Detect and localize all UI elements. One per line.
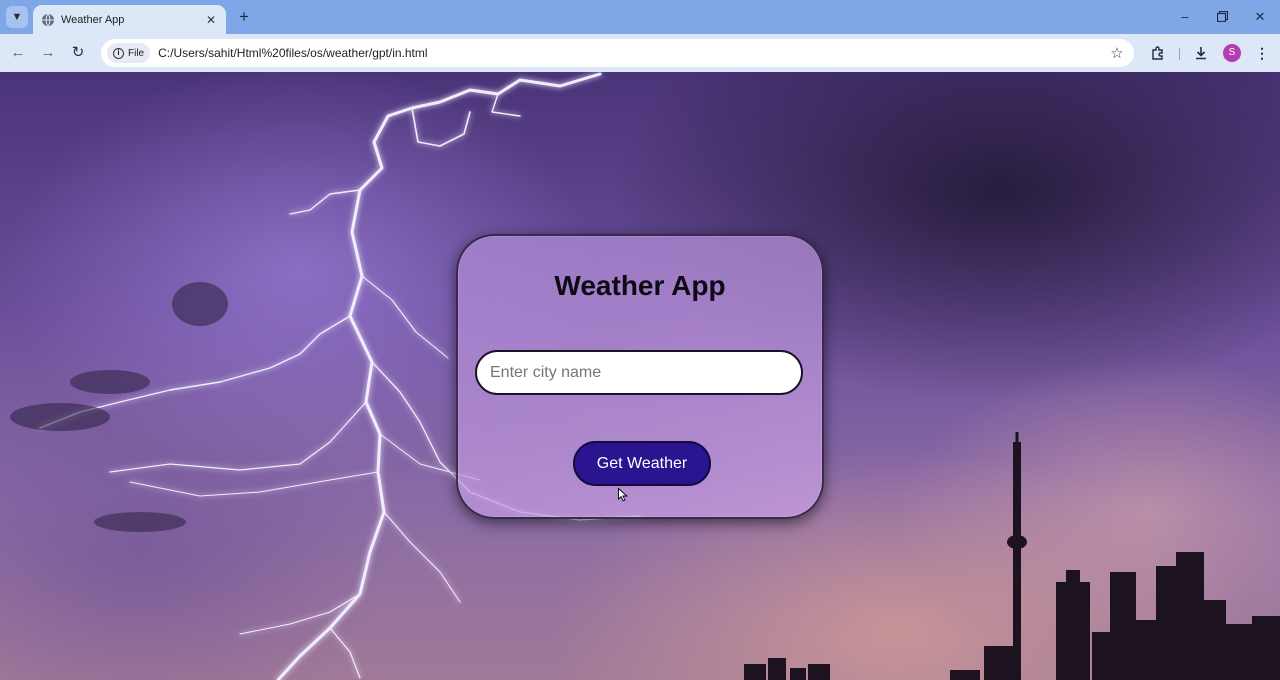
toolbar-divider: [1179, 48, 1180, 60]
url-text[interactable]: C:/Users/sahit/Html%20files/os/weather/g…: [158, 46, 1106, 60]
forward-button[interactable]: →: [38, 43, 58, 63]
page-viewport: Weather App Get Weather: [0, 72, 1280, 680]
star-icon[interactable]: ☆: [1106, 44, 1128, 62]
site-info-chip[interactable]: i File: [107, 43, 151, 63]
globe-icon: [42, 13, 54, 26]
browser-toolbar: ← → ↻ i File C:/Users/sahit/Html%20files…: [0, 34, 1280, 72]
mouse-cursor-icon: [618, 488, 628, 502]
tab-strip: ▼ Weather App ✕ + – ✕: [0, 0, 1280, 34]
minimize-button[interactable]: –: [1175, 7, 1195, 27]
new-tab-button[interactable]: +: [234, 7, 254, 27]
city-input[interactable]: [475, 350, 803, 395]
site-chip-label: File: [128, 47, 145, 59]
get-weather-button[interactable]: Get Weather: [573, 441, 711, 486]
arrow-right-icon: →: [40, 44, 56, 61]
browser-menu-button[interactable]: ⋮: [1252, 43, 1272, 63]
download-icon: [1196, 47, 1206, 60]
close-icon: ✕: [1254, 9, 1266, 24]
minimize-icon: –: [1181, 9, 1189, 24]
chevron-down-icon: ▼: [11, 11, 23, 23]
address-bar[interactable]: i File C:/Users/sahit/Html%20files/os/we…: [101, 39, 1134, 67]
weather-card: Weather App Get Weather: [456, 234, 824, 519]
restore-button[interactable]: [1212, 7, 1232, 27]
tab-weather-app[interactable]: Weather App ✕: [33, 5, 226, 34]
more-vertical-icon: ⋮: [1255, 45, 1269, 61]
arrow-left-icon: ←: [10, 44, 26, 61]
close-window-button[interactable]: ✕: [1250, 7, 1270, 27]
restore-icon: [1216, 10, 1228, 23]
plus-icon: +: [239, 7, 249, 26]
reload-icon: ↻: [71, 44, 85, 61]
tab-search-button[interactable]: ▼: [6, 6, 28, 28]
app-title: Weather App: [554, 270, 726, 301]
puzzle-icon: [1152, 46, 1163, 60]
close-icon[interactable]: ✕: [204, 13, 218, 27]
downloads-button[interactable]: [1191, 43, 1211, 63]
profile-avatar[interactable]: S: [1223, 44, 1241, 62]
back-button[interactable]: ←: [8, 43, 28, 63]
info-icon: i: [113, 47, 124, 59]
tab-title: Weather App: [61, 13, 125, 26]
extensions-button[interactable]: [1148, 43, 1168, 63]
reload-button[interactable]: ↻: [68, 43, 88, 63]
